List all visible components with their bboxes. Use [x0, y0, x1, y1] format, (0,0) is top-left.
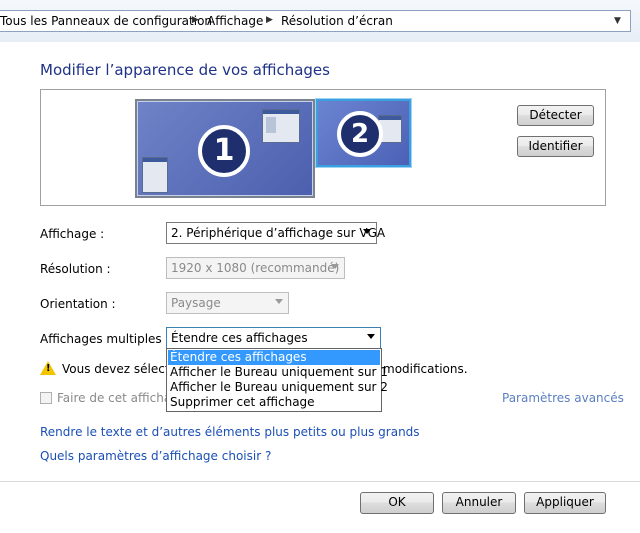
multiple-displays-label: Affichages multiples :: [40, 332, 170, 346]
chevron-down-icon: [331, 264, 339, 269]
detect-button[interactable]: Détecter: [517, 105, 594, 126]
dropdown-option[interactable]: Supprimer cet affichage: [168, 395, 380, 410]
text-size-link[interactable]: Rendre le texte et d’autres éléments plu…: [40, 425, 420, 439]
multiple-displays-dropdown-list: Étendre ces affichages Afficher le Burea…: [166, 348, 388, 412]
monitor-2-number: 2: [337, 111, 383, 157]
orientation-select[interactable]: Paysage: [166, 292, 289, 314]
ok-button[interactable]: OK: [360, 492, 434, 514]
cancel-button[interactable]: Annuler: [442, 492, 516, 514]
display-select[interactable]: 2. Périphérique d’affichage sur VGA: [166, 222, 385, 244]
breadcrumb-display[interactable]: Affichage: [207, 14, 263, 28]
warning-icon-mark: !: [46, 363, 51, 374]
multiple-displays-select-value: Étendre ces affichages: [171, 331, 308, 345]
display-label: Affichage :: [40, 227, 105, 241]
monitor-1-number: 1: [198, 125, 250, 177]
chevron-down-icon: [363, 229, 371, 234]
breadcrumb-separator-icon[interactable]: ▶: [266, 15, 273, 25]
chevron-down-icon: [275, 299, 283, 304]
which-settings-link[interactable]: Quels paramètres d’affichage choisir ?: [40, 449, 271, 463]
breadcrumb-separator-icon[interactable]: ▶: [192, 15, 199, 25]
identify-button[interactable]: Identifier: [517, 136, 594, 157]
mini-window-icon: [262, 109, 300, 143]
mini-window-icon: [142, 157, 168, 193]
page-title: Modifier l’apparence de vos affichages: [40, 61, 330, 79]
dropdown-option[interactable]: Afficher le Bureau uniquement sur 2: [168, 380, 388, 395]
resolution-select-value: 1920 x 1080 (recommandé): [171, 261, 340, 275]
apply-button[interactable]: Appliquer: [524, 492, 606, 514]
warning-text-end: modifications.: [383, 362, 468, 376]
multiple-displays-select[interactable]: Étendre ces affichages: [166, 327, 381, 349]
chevron-down-icon: [367, 334, 375, 339]
orientation-label: Orientation :: [40, 297, 116, 311]
advanced-settings-link[interactable]: Paramètres avancés: [502, 391, 624, 405]
resolution-select[interactable]: 1920 x 1080 (recommandé): [166, 257, 345, 279]
breadcrumb-resolution[interactable]: Résolution d’écran: [281, 14, 393, 28]
resolution-label: Résolution :: [40, 262, 111, 276]
orientation-select-value: Paysage: [171, 296, 221, 310]
footer-divider: [0, 481, 640, 482]
chevron-down-icon[interactable]: ▼: [614, 16, 621, 26]
display-select-value: 2. Périphérique d’affichage sur VGA: [171, 226, 386, 240]
breadcrumb-all-panels[interactable]: Tous les Panneaux de configuration: [0, 14, 212, 28]
breadcrumb[interactable]: Tous les Panneaux de configuration ▶ Aff…: [0, 10, 631, 32]
dropdown-option[interactable]: Afficher le Bureau uniquement sur 1: [168, 365, 388, 380]
dropdown-option[interactable]: Étendre ces affichages: [168, 350, 380, 365]
main-display-checkbox[interactable]: [40, 392, 52, 404]
